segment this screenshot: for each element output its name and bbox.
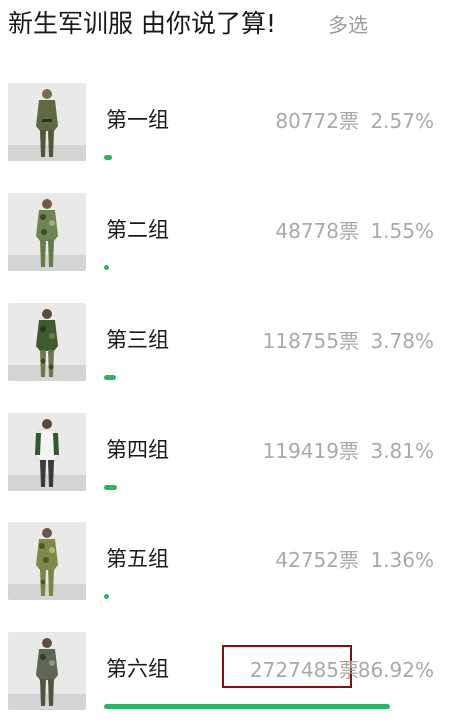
option-label: 第三组	[106, 328, 169, 352]
option-votes: 2727485票	[249, 658, 359, 682]
option-percent: 86.92%	[357, 658, 434, 682]
option-label: 第四组	[106, 438, 169, 462]
option-progress-fill	[104, 485, 117, 490]
option-votes: 48778票	[275, 219, 359, 243]
option-votes: 119419票	[262, 439, 359, 463]
poll-option[interactable]: 第一组 80772票 2.57%	[0, 83, 451, 175]
option-votes: 118755票	[262, 329, 359, 353]
option-percent: 1.55%	[370, 219, 434, 243]
option-photo	[8, 413, 86, 491]
poll-title: 新生军训服 由你说了算!	[8, 9, 276, 38]
option-progress-track	[104, 155, 433, 160]
option-photo	[8, 522, 86, 600]
poll-option[interactable]: 第二组 48778票 1.55%	[0, 193, 451, 285]
option-label: 第五组	[106, 547, 169, 571]
option-percent: 3.78%	[370, 329, 434, 353]
poll-option[interactable]: 第四组 119419票 3.81%	[0, 413, 451, 505]
option-label: 第六组	[106, 657, 169, 681]
poll-option[interactable]: 第六组 2727485票 86.92%	[0, 632, 451, 724]
option-votes: 42752票	[275, 548, 359, 572]
option-progress-track	[104, 594, 433, 599]
option-progress-fill	[104, 704, 390, 709]
option-percent: 2.57%	[370, 109, 434, 133]
poll-option[interactable]: 第五组 42752票 1.36%	[0, 522, 451, 614]
option-label: 第一组	[106, 108, 169, 132]
option-progress-track	[104, 704, 433, 709]
option-progress-fill	[104, 375, 117, 380]
option-progress-track	[104, 485, 433, 490]
option-progress-track	[104, 375, 433, 380]
option-votes: 80772票	[275, 109, 359, 133]
option-progress-fill	[104, 594, 109, 599]
option-photo	[8, 193, 86, 271]
multi-select-badge: 多选	[328, 13, 368, 37]
option-progress-track	[104, 265, 433, 270]
poll-option[interactable]: 第三组 118755票 3.78%	[0, 303, 451, 395]
poll-header: 新生军训服 由你说了算! 多选	[0, 0, 451, 52]
option-percent: 3.81%	[370, 439, 434, 463]
option-progress-fill	[104, 155, 113, 160]
option-percent: 1.36%	[370, 548, 434, 572]
option-photo	[8, 632, 86, 710]
option-label: 第二组	[106, 218, 169, 242]
option-progress-fill	[104, 265, 110, 270]
option-photo	[8, 303, 86, 381]
option-photo	[8, 83, 86, 161]
